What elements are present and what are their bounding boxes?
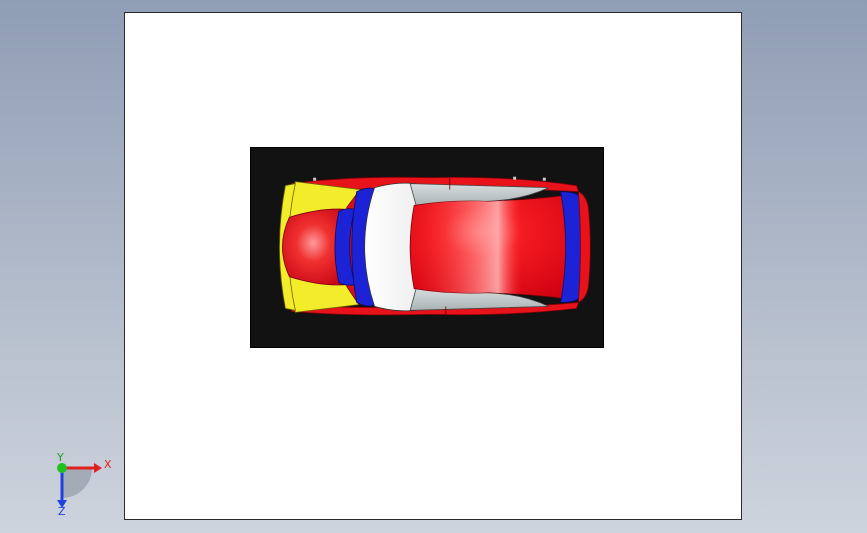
car-model-render	[279, 176, 591, 316]
coordinate-triad: X Y Z	[48, 451, 118, 518]
coordinate-triad-icon: X Y Z	[56, 451, 112, 518]
graphics-viewport[interactable]: X Y Z	[0, 0, 867, 533]
car-top-view[interactable]	[250, 147, 604, 348]
axis-z-label: Z	[58, 505, 66, 516]
axis-y-label: Y	[56, 452, 64, 464]
axis-x-label: X	[104, 458, 112, 471]
